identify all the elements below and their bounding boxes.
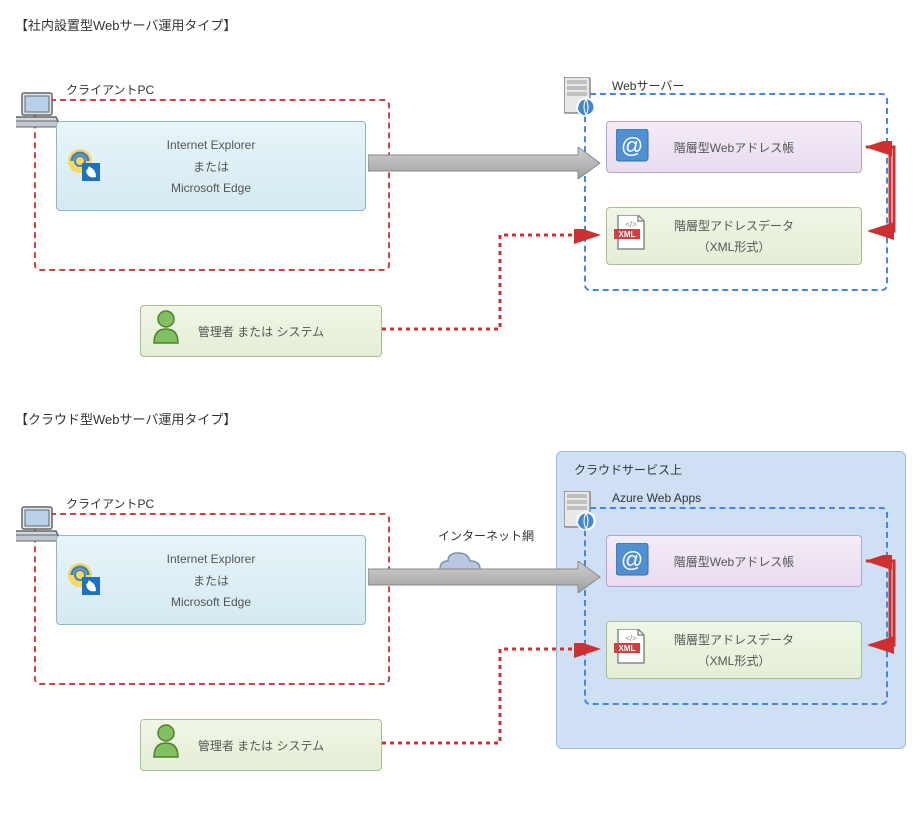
section2-title: 【クラウド型Webサーバ運用タイプ】 <box>15 409 921 428</box>
xml-icon <box>614 215 648 253</box>
admin-to-xml-arrow <box>380 229 610 339</box>
server-icon <box>564 77 600 119</box>
web-server-label: Webサーバー <box>612 77 684 94</box>
browser-icon <box>66 563 106 601</box>
web-address-label: 階層型Webアドレス帳 <box>674 139 794 156</box>
at-icon <box>616 129 650 163</box>
xml-icon <box>614 629 648 667</box>
user-icon <box>150 723 184 761</box>
azure-label: Azure Web Apps <box>612 491 701 505</box>
diagram-cloud: クラウドサービス上 クライアントPC Internet Explorer または… <box>10 443 910 813</box>
user-icon <box>150 309 184 347</box>
server-icon <box>564 491 600 533</box>
admin-label: 管理者 または システム <box>198 737 324 754</box>
admin-label: 管理者 または システム <box>198 323 324 340</box>
client-pc-label: クライアントPC <box>66 81 154 98</box>
internet-label: インターネット網 <box>438 527 534 544</box>
web-to-xml-arrow <box>860 141 904 241</box>
flow-arrow-icon <box>368 147 602 179</box>
xml-to-web-arrow2 <box>862 555 902 655</box>
admin-to-xml-arrow2 <box>380 643 610 753</box>
cloud-service-label: クラウドサービス上 <box>574 461 682 478</box>
flow-arrow-icon <box>368 561 602 593</box>
at-icon <box>616 543 650 577</box>
client-pc-label2: クライアントPC <box>66 495 154 512</box>
section1-title: 【社内設置型Webサーバ運用タイプ】 <box>15 15 921 34</box>
diagram-onpremise: クライアントPC Internet Explorer または Microsoft… <box>10 49 910 399</box>
web-address-label: 階層型Webアドレス帳 <box>674 553 794 570</box>
browser-icon <box>66 149 106 187</box>
